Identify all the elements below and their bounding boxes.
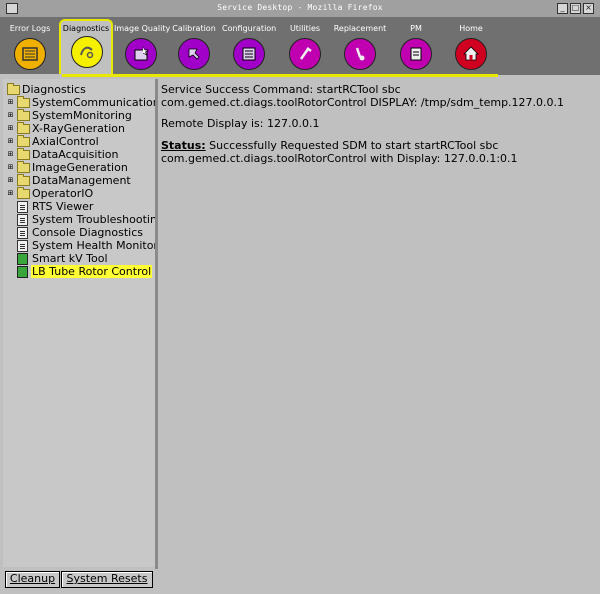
tree-root-label: Diagnostics [22,83,86,96]
system-resets-button[interactable]: System Resets [61,571,153,588]
folder-icon [17,122,30,134]
toolbar-label: Error Logs [9,24,51,33]
toolbar-pm[interactable]: PM [389,21,443,75]
command-message: Service Success Command: startRCTool sbc… [161,83,565,109]
expand-icon[interactable]: ⊞ [7,190,14,197]
expand-icon[interactable]: ⊞ [7,125,14,132]
close-button[interactable]: × [583,3,594,14]
toolbar-label: Image Quality [114,24,171,33]
message-panel: Service Success Command: startRCTool sbc… [158,79,598,591]
toolbar-home[interactable]: Home [444,21,498,75]
folder-open-icon [7,83,20,95]
toolbar-label: Home [459,24,483,33]
tree-item-label: Smart kV Tool [32,252,108,265]
tree-item-label: OperatorIO [32,187,94,200]
toolbar-utilities[interactable]: Utilities [278,21,332,75]
tree-item-label: AxialControl [32,135,99,148]
toolbar-label: Diagnostics [62,24,110,33]
active-tab-gap [0,74,62,77]
window-title: Service Desktop - Mozilla Firefox [217,3,383,12]
expand-icon[interactable]: ⊞ [7,99,14,106]
tree-item-label: DataManagement [32,174,131,187]
folder-icon [17,174,30,186]
toolbar-calibration[interactable]: Calibration [167,21,221,75]
tree-item-label: X-RayGeneration [32,122,125,135]
toolbar-replacement[interactable]: Replacement [333,21,387,75]
expand-icon[interactable]: ⊞ [7,151,14,158]
toolbar-label: Calibration [172,24,216,33]
tree-item-label: DataAcquisition [32,148,119,161]
folder-icon [17,187,30,199]
expand-icon[interactable]: ⊞ [7,164,14,171]
toolbar-label: Replacement [333,24,387,33]
folder-icon [17,109,30,121]
tree-item-label: RTS Viewer [32,200,94,213]
status-text: Successfully Requested SDM to start star… [161,139,518,165]
folder-icon [17,96,30,108]
tool-launch-icon [17,253,28,265]
diagnostics-icon [71,36,103,68]
tool-document-icon [17,214,28,226]
toolbar-configuration[interactable]: Configuration [222,21,276,75]
tool-document-icon [17,240,28,252]
tool-document-icon [17,227,28,239]
tree-item-label: SystemMonitoring [32,109,132,122]
folder-icon [17,148,30,160]
image-quality-icon [125,38,157,70]
toolbar-error-logs[interactable]: Error Logs [3,21,57,75]
main-toolbar: Error Logs Diagnostics Image Quality Cal… [0,17,600,77]
status-message: Status: Successfully Requested SDM to st… [161,139,596,165]
configuration-icon [233,38,265,70]
replacement-icon [344,38,376,70]
tree-item-label: System Health Monitor [32,239,158,252]
toolbar-label: PM [410,24,422,33]
tool-document-icon [17,201,28,213]
toolbar-diagnostics[interactable]: Diagnostics [59,19,113,77]
status-label: Status: [161,139,206,152]
utilities-icon [289,38,321,70]
toolbar-underline [0,74,498,77]
bottom-button-bar: Cleanup System Resets [3,569,155,591]
remote-display-message: Remote Display is: 127.0.0.1 [161,117,320,130]
pm-icon [400,38,432,70]
tree-item-label: SystemCommunications [32,96,166,109]
window-title-bar: Service Desktop - Mozilla Firefox _ □ × [0,0,600,18]
log-list-icon [14,38,46,70]
diagnostics-tree: Diagnostics ⊞ SystemCommunications ⊞ Sys… [3,79,189,567]
expand-icon[interactable]: ⊞ [7,112,14,119]
maximize-button[interactable]: □ [570,3,581,14]
calibration-icon [178,38,210,70]
cleanup-button[interactable]: Cleanup [5,571,60,588]
expand-icon[interactable]: ⊞ [7,138,14,145]
toolbar-image-quality[interactable]: Image Quality [114,21,171,75]
tree-item-label-selected: LB Tube Rotor Control [31,265,153,278]
folder-icon [17,161,30,173]
folder-icon [17,135,30,147]
tree-item-label: ImageGeneration [32,161,128,174]
toolbar-label: Configuration [222,24,277,33]
expand-icon[interactable]: ⊞ [7,177,14,184]
tool-launch-icon [17,266,28,278]
minimize-button[interactable]: _ [557,3,568,14]
tree-item-label: Console Diagnostics [32,226,143,239]
toolbar-label: Utilities [289,24,321,33]
home-icon [455,38,487,70]
